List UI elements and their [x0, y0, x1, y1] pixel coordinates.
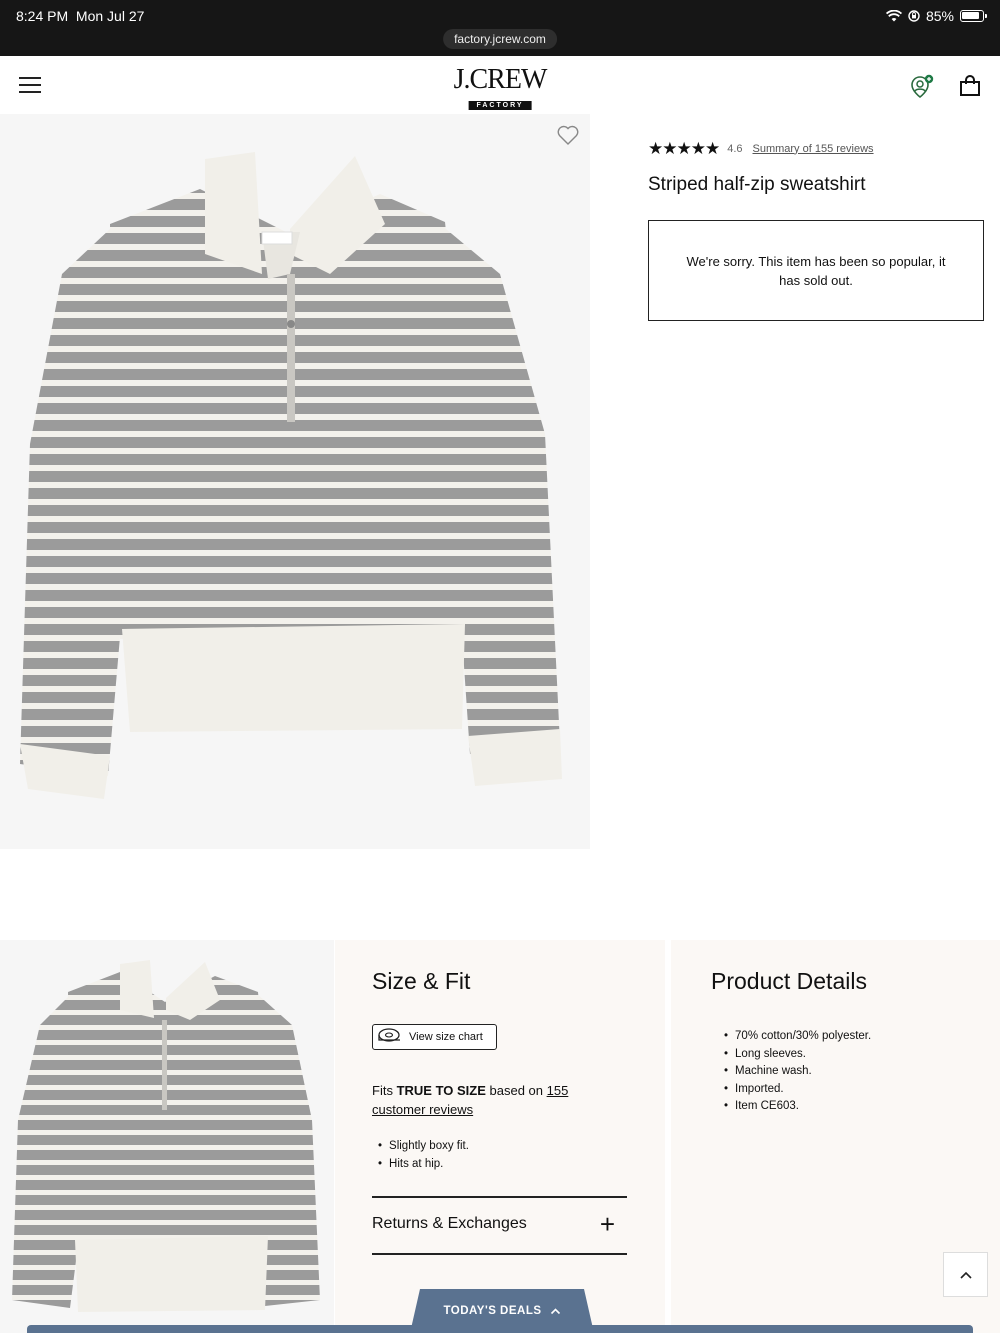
clock-date: Mon Jul 27 — [75, 8, 145, 24]
details-bullets: 70% cotton/30% polyester. Long sleeves. … — [724, 1028, 871, 1116]
fit-mid: based on — [485, 1083, 547, 1098]
product-details-title: Product Details — [711, 968, 867, 994]
view-size-chart-button[interactable]: View size chart — [372, 1024, 497, 1050]
size-chart-label: View size chart — [409, 1031, 483, 1043]
back-to-top-button[interactable] — [943, 1252, 988, 1297]
battery-icon — [960, 10, 987, 22]
shopping-bag-icon[interactable] — [958, 74, 982, 98]
size-fit-panel: Size & Fit View size chart Fits TRUE TO … — [335, 940, 665, 1333]
clock-time: 8:24 PM — [16, 8, 69, 24]
url-bar[interactable]: factory.jcrew.com — [443, 29, 557, 49]
deals-drawer-bar[interactable] — [27, 1325, 973, 1333]
returns-label: Returns & Exchanges — [372, 1215, 527, 1232]
orientation-lock-icon — [908, 10, 920, 22]
sold-out-message: We're sorry. This item has been so popul… — [686, 253, 946, 288]
hamburger-menu-icon[interactable] — [19, 77, 41, 93]
list-item: Slightly boxy fit. — [378, 1138, 469, 1156]
reviews-summary-link[interactable]: Summary of 155 reviews — [753, 143, 874, 155]
product-image-main[interactable] — [0, 114, 590, 849]
site-header: J.CREW FACTORY — [0, 56, 1000, 114]
size-fit-title: Size & Fit — [372, 968, 471, 994]
chevron-up-icon — [550, 1308, 560, 1315]
divider — [372, 1253, 627, 1255]
todays-deals-label: TODAY'S DEALS — [443, 1305, 542, 1317]
heart-wishlist-icon[interactable] — [556, 124, 580, 146]
returns-exchanges-accordion[interactable]: Returns & Exchanges + — [372, 1198, 627, 1250]
product-image-secondary[interactable] — [0, 940, 334, 1333]
chevron-up-icon — [959, 1271, 972, 1279]
wifi-icon — [885, 10, 902, 22]
list-item: 70% cotton/30% polyester. — [724, 1028, 871, 1046]
rating-value: 4.6 — [727, 142, 743, 155]
status-time: 8:24 PM Mon Jul 27 — [16, 8, 144, 24]
fit-prefix: Fits — [372, 1083, 397, 1098]
list-item: Imported. — [724, 1081, 871, 1099]
star-rating-icon: ★★★★★ — [648, 139, 720, 158]
fit-verdict: TRUE TO SIZE — [396, 1083, 486, 1098]
sweatshirt-image-small — [12, 960, 320, 1312]
rating-row: ★★★★★ 4.6 Summary of 155 reviews — [648, 140, 874, 157]
logo-wordmark: J.CREW — [453, 64, 548, 95]
fit-summary: Fits TRUE TO SIZE based on 155 customer … — [372, 1081, 602, 1119]
sold-out-notice: We're sorry. This item has been so popul… — [648, 220, 984, 321]
account-icon[interactable] — [909, 74, 935, 100]
logo-subtitle: FACTORY — [468, 101, 532, 110]
sweatshirt-image — [20, 152, 562, 799]
measuring-tape-icon — [378, 1028, 400, 1042]
product-title: Striped half-zip sweatshirt — [648, 174, 866, 195]
status-indicators: 85% — [885, 8, 987, 24]
jcrew-factory-logo[interactable]: J.CREW FACTORY — [454, 66, 547, 112]
list-item: Long sleeves. — [724, 1046, 871, 1064]
list-item: Machine wash. — [724, 1063, 871, 1081]
battery-percent: 85% — [925, 8, 954, 24]
list-item: Hits at hip. — [378, 1156, 469, 1174]
fit-bullets: Slightly boxy fit. Hits at hip. — [378, 1138, 469, 1173]
list-item: Item CE603. — [724, 1098, 871, 1116]
plus-icon[interactable]: + — [600, 1211, 615, 1237]
status-bar: 8:24 PM Mon Jul 27 85% factory.jcrew.com — [0, 0, 1000, 56]
